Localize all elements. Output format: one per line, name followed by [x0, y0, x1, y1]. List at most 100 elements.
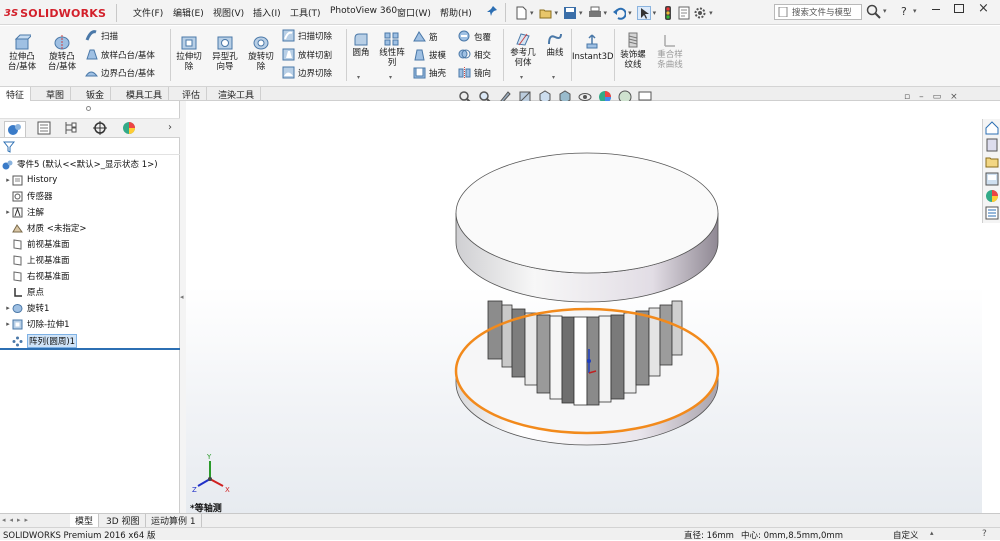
display-manager-tab-icon[interactable] — [119, 121, 141, 137]
expand-arrow-icon[interactable]: ▸ — [4, 208, 12, 216]
print-icon[interactable] — [588, 6, 602, 20]
tree-item[interactable]: ▸ 旋转1 — [4, 301, 49, 315]
tree-item[interactable]: 上视基准面 — [4, 253, 70, 267]
expand-arrow-icon[interactable]: ▸ — [4, 320, 12, 328]
pin-menu-icon[interactable] — [486, 5, 500, 19]
help-button[interactable]: ? — [901, 5, 907, 18]
search-box[interactable]: 搜索文件与模型 — [774, 4, 862, 20]
chevron-down-icon[interactable]: ▾ — [555, 9, 559, 17]
tab-mold-tools[interactable]: 模具工具 — [120, 87, 170, 101]
curves-button[interactable]: 曲线 — [542, 32, 568, 58]
menu-photoview[interactable]: PhotoView 360 — [330, 6, 397, 16]
tree-root-part[interactable]: 零件5 (默认<<默认>_显示状态 1>) — [2, 157, 158, 171]
new-document-icon[interactable] — [514, 6, 528, 20]
chevron-down-icon[interactable]: ▾ — [389, 74, 392, 81]
hole-wizard-button[interactable]: 异型孔 向导 — [208, 34, 242, 72]
chevron-down-icon[interactable]: ▾ — [653, 9, 657, 17]
reference-geometry-button[interactable]: 参考几 何体 — [506, 32, 540, 68]
wrap-button[interactable]: 包覆 — [458, 30, 491, 43]
menu-file[interactable]: 文件(F) — [133, 6, 163, 19]
chevron-down-icon[interactable]: ▾ — [530, 9, 534, 17]
tree-filter-bar[interactable] — [0, 139, 180, 155]
extrude-boss-button[interactable]: 拉伸凸 台/基体 — [4, 34, 40, 72]
solidworks-logo[interactable]: 3S SOLIDWORKS — [4, 4, 112, 22]
panel-resize-handle[interactable] — [86, 106, 91, 111]
revolve-boss-button[interactable]: 旋转凸 台/基体 — [44, 34, 80, 72]
close-icon[interactable]: × — [978, 1, 989, 16]
lofted-cut-button[interactable]: 放样切割 — [282, 48, 332, 61]
restore-icon[interactable] — [954, 4, 964, 13]
chevron-down-icon[interactable]: ▾ — [552, 74, 555, 81]
chevron-down-icon[interactable]: ▾ — [883, 7, 887, 15]
file-properties-icon[interactable] — [677, 6, 691, 20]
menu-insert[interactable]: 插入(I) — [253, 6, 281, 19]
options-gear-icon[interactable] — [693, 6, 707, 20]
menu-tools[interactable]: 工具(T) — [290, 6, 321, 19]
traffic-light-icon[interactable] — [661, 5, 675, 20]
collapse-panel-icon[interactable]: ◂ — [180, 293, 184, 301]
filter-icon[interactable] — [2, 141, 16, 156]
chevron-down-icon[interactable]: ▾ — [357, 74, 360, 81]
menu-help[interactable]: 帮助(H) — [440, 6, 472, 19]
tree-item[interactable]: ▸ History — [4, 173, 57, 187]
instant3d-button[interactable]: Instant3D — [572, 34, 614, 62]
menu-edit[interactable]: 编辑(E) — [173, 6, 204, 19]
menu-window[interactable]: 窗口(W) — [397, 6, 431, 19]
tree-item[interactable]: 材质 <未指定> — [4, 221, 86, 235]
loft-boss-button[interactable]: 放样凸台/基体 — [85, 48, 155, 61]
boundary-cut-button[interactable]: 边界切除 — [282, 66, 332, 79]
chevron-down-icon[interactable]: ▾ — [604, 9, 608, 17]
feature-manager-tab-icon[interactable] — [4, 121, 26, 137]
search-input[interactable]: 搜索文件与模型 — [792, 6, 852, 18]
muscle-curve-button[interactable]: 重合样 条曲线 — [652, 32, 688, 70]
custom-properties-icon[interactable] — [985, 206, 999, 220]
extrude-cut-button[interactable]: 拉伸切 除 — [172, 34, 206, 72]
draft-button[interactable]: 拔模 — [413, 48, 446, 61]
tree-item[interactable]: ▸ 切除-拉伸1 — [4, 317, 69, 331]
linear-pattern-button[interactable]: 线性阵 列 — [376, 32, 408, 68]
tree-item[interactable]: 传感器 — [4, 189, 53, 203]
tree-item[interactable]: 阵列(圆周)1 — [4, 334, 78, 348]
tab-render-tools[interactable]: 渲染工具 — [212, 87, 262, 101]
tab-model[interactable]: 模型 — [70, 514, 100, 527]
tab-features[interactable]: 特征 — [0, 87, 32, 101]
chevron-up-icon[interactable]: ▴ — [930, 529, 934, 537]
cosmetic-thread-button[interactable]: 装饰螺 纹线 — [616, 32, 650, 70]
open-document-icon[interactable] — [539, 6, 553, 20]
property-manager-tab-icon[interactable] — [34, 121, 56, 137]
expand-arrow-icon[interactable]: ▸ — [4, 176, 12, 184]
file-explorer-icon[interactable] — [985, 155, 999, 169]
tab-sketch[interactable]: 草图 — [40, 87, 72, 101]
chevron-down-icon[interactable]: ▾ — [913, 7, 917, 15]
tab-3d-views[interactable]: 3D 视图 — [101, 514, 146, 527]
save-icon[interactable] — [563, 6, 577, 20]
tab-motion-study-1[interactable]: 运动算例 1 — [146, 514, 202, 527]
tab-scroll-arrows[interactable]: ◂◂▸▸ — [2, 516, 32, 524]
expand-arrow-icon[interactable]: ▸ — [4, 304, 12, 312]
help-icon[interactable]: ? — [982, 529, 987, 539]
mirror-button[interactable]: 镜向 — [458, 66, 491, 79]
revolve-cut-button[interactable]: 旋转切 除 — [244, 34, 278, 72]
shell-button[interactable]: 抽壳 — [413, 66, 446, 79]
tab-sheet-metal[interactable]: 钣金 — [80, 87, 112, 101]
dimxpert-tab-icon[interactable] — [90, 121, 112, 137]
tab-evaluate[interactable]: 评估 — [176, 87, 208, 101]
unit-system-selector[interactable]: 自定义 — [893, 529, 919, 541]
minimize-icon[interactable] — [932, 9, 940, 10]
graphics-area[interactable]: Y Z X *等轴测 — [186, 101, 982, 514]
fillet-button[interactable]: 圆角 — [349, 32, 373, 58]
rib-button[interactable]: 筋 — [413, 30, 438, 43]
configuration-manager-tab-icon[interactable] — [60, 121, 82, 137]
undo-icon[interactable] — [612, 6, 627, 20]
boundary-boss-button[interactable]: 边界凸台/基体 — [85, 66, 155, 79]
view-palette-icon[interactable] — [985, 172, 999, 186]
tree-item[interactable]: 前视基准面 — [4, 237, 70, 251]
chevron-down-icon[interactable]: ▾ — [628, 9, 632, 17]
menu-view[interactable]: 视图(V) — [213, 6, 244, 19]
swept-cut-button[interactable]: 扫描切除 — [282, 29, 332, 42]
chevron-down-icon[interactable]: ▾ — [520, 74, 523, 81]
sweep-button[interactable]: 扫描 — [85, 29, 118, 42]
search-icon[interactable] — [866, 4, 882, 23]
tree-item[interactable]: 原点 — [4, 285, 44, 299]
design-library-icon[interactable] — [985, 138, 999, 152]
